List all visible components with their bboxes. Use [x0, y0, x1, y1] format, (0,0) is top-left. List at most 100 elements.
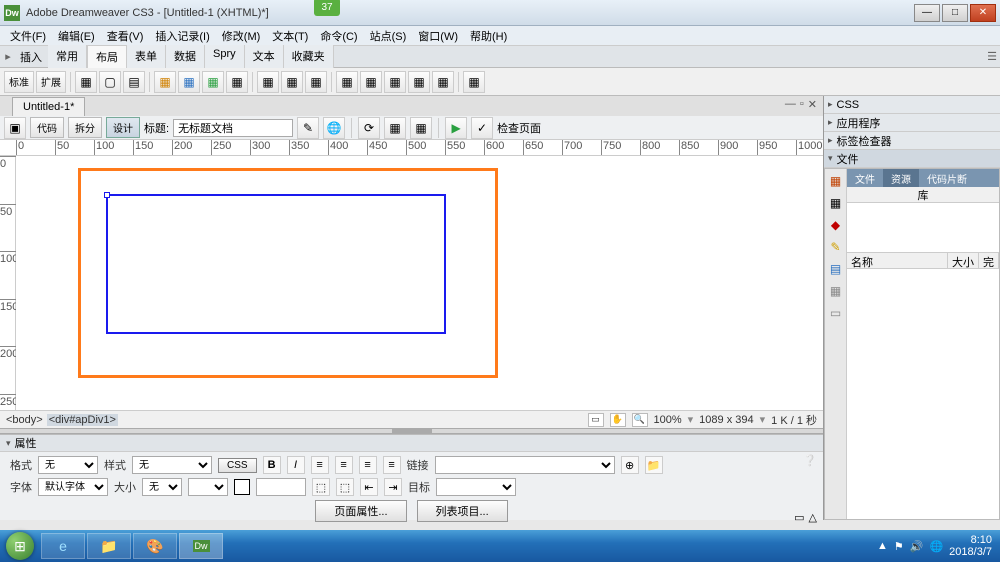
insert-menu-icon[interactable]: ☰ [984, 50, 1000, 63]
doc-restore-icon[interactable]: ▫ [800, 98, 804, 111]
align-right-button[interactable]: ≡ [359, 456, 377, 474]
tray-icon[interactable]: ⚑ [894, 540, 904, 553]
files-ic-1[interactable]: ▦ [828, 173, 844, 189]
doc-minimize-icon[interactable]: — [785, 98, 796, 111]
panel-tag-inspector[interactable]: ▸标签检查器 [824, 132, 1000, 150]
menu-window[interactable]: 窗口(W) [412, 26, 464, 46]
files-tab-assets[interactable]: 资源 [883, 169, 919, 187]
menu-help[interactable]: 帮助(H) [464, 26, 513, 46]
link-select[interactable] [435, 456, 615, 474]
tab-layout[interactable]: 布局 [87, 45, 127, 68]
target-select[interactable] [436, 478, 516, 496]
zoom-tool-icon[interactable]: 🔍 [632, 413, 648, 427]
toolbar-btn-6[interactable]: ✓ [471, 117, 493, 139]
standard-button[interactable]: 标准 [4, 71, 34, 93]
select-tool-icon[interactable]: ▭ [588, 413, 604, 427]
task-dreamweaver[interactable]: Dw [179, 533, 223, 559]
layout-tool-3[interactable]: ▤ [123, 71, 145, 93]
toolbar-btn-1[interactable]: ✎ [297, 117, 319, 139]
canvas-dimensions[interactable]: 1089 x 394 [699, 414, 753, 426]
browse-folder-icon[interactable]: 📁 [645, 456, 663, 474]
refresh-icon[interactable]: ⟳ [358, 117, 380, 139]
tray-icon[interactable]: 🌐 [929, 540, 943, 553]
layout-tool-10[interactable]: ▦ [305, 71, 327, 93]
layout-tool-9[interactable]: ▦ [281, 71, 303, 93]
tab-forms[interactable]: 表单 [127, 45, 166, 68]
menu-insert[interactable]: 插入记录(I) [149, 26, 215, 46]
format-select[interactable]: 无 [38, 456, 98, 474]
bold-button[interactable]: B [263, 456, 281, 474]
panel-css[interactable]: ▸CSS [824, 96, 1000, 114]
panel-application[interactable]: ▸应用程序 [824, 114, 1000, 132]
menu-commands[interactable]: 命令(C) [314, 26, 363, 46]
close-button[interactable]: ✕ [970, 4, 996, 22]
layout-tool-7[interactable]: ▦ [226, 71, 248, 93]
layout-tool-4[interactable]: ▦ [154, 71, 176, 93]
files-ic-5[interactable]: ▤ [828, 261, 844, 277]
files-tab-snippets[interactable]: 代码片断 [919, 169, 975, 187]
toolbar-btn-3[interactable]: ▦ [384, 117, 406, 139]
layout-tool-8[interactable]: ▦ [257, 71, 279, 93]
files-ic-7[interactable]: ▭ [828, 305, 844, 321]
files-ic-2[interactable]: ▦ [828, 195, 844, 211]
document-tab[interactable]: Untitled-1* [12, 97, 85, 116]
tab-text[interactable]: 文本 [245, 45, 284, 68]
menu-edit[interactable]: 编辑(E) [52, 26, 101, 46]
color-input[interactable] [256, 478, 306, 496]
align-center-button[interactable]: ≡ [335, 456, 353, 474]
layout-tool-12[interactable]: ▦ [360, 71, 382, 93]
layout-tool-14[interactable]: ▦ [408, 71, 430, 93]
font-select[interactable]: 默认字体 [38, 478, 108, 496]
list-ul-button[interactable]: ⬚ [312, 478, 330, 496]
task-ie[interactable]: e [41, 533, 85, 559]
col-size[interactable]: 大小 [948, 253, 979, 268]
ap-div-selected[interactable] [106, 194, 446, 334]
minimize-button[interactable]: — [914, 4, 940, 22]
resize-handle[interactable] [104, 192, 110, 198]
design-canvas[interactable] [16, 156, 823, 410]
list-ol-button[interactable]: ⬚ [336, 478, 354, 496]
toolbar-btn-4[interactable]: ▦ [410, 117, 432, 139]
clock[interactable]: 8:10 2018/3/7 [949, 534, 992, 558]
layout-tool-1[interactable]: ▦ [75, 71, 97, 93]
help-icon[interactable]: ❔ [803, 454, 817, 467]
layout-tool-16[interactable]: ▦ [463, 71, 485, 93]
indent-button[interactable]: ⇥ [384, 478, 402, 496]
menu-text[interactable]: 文本(T) [266, 26, 314, 46]
library-list[interactable] [847, 269, 999, 519]
props-icon-1[interactable]: ▭ [794, 511, 804, 524]
files-tab-files[interactable]: 文件 [847, 169, 883, 187]
size-select[interactable]: 无 [142, 478, 182, 496]
panel-files[interactable]: ▾文件 [824, 150, 1000, 168]
layout-tool-15[interactable]: ▦ [432, 71, 454, 93]
doc-icon[interactable]: ▣ [4, 117, 26, 139]
toolbar-btn-2[interactable]: 🌐 [323, 117, 345, 139]
expanded-button[interactable]: 扩展 [36, 71, 66, 93]
task-paint[interactable]: 🎨 [133, 533, 177, 559]
tab-data[interactable]: 数据 [166, 45, 205, 68]
menu-modify[interactable]: 修改(M) [216, 26, 267, 46]
view-code-button[interactable]: 代码 [30, 117, 64, 138]
check-page-label[interactable]: 检查页面 [497, 120, 541, 136]
layout-tool-5[interactable]: ▦ [178, 71, 200, 93]
view-split-button[interactable]: 拆分 [68, 117, 102, 138]
point-to-file-icon[interactable]: ⊕ [621, 456, 639, 474]
page-properties-button[interactable]: 页面属性... [315, 500, 406, 522]
tray-icon[interactable]: 🔊 [910, 540, 924, 553]
files-ic-6[interactable]: ▦ [828, 283, 844, 299]
layout-tool-6[interactable]: ▦ [202, 71, 224, 93]
tab-spry[interactable]: Spry [205, 45, 245, 68]
start-button[interactable]: ⊞ [0, 530, 40, 562]
zoom-value[interactable]: 100% [654, 414, 682, 426]
tag-path-body[interactable]: <body> [6, 414, 43, 426]
layout-tool-13[interactable]: ▦ [384, 71, 406, 93]
layout-tool-11[interactable]: ▦ [336, 71, 358, 93]
title-input[interactable] [173, 119, 293, 137]
align-justify-button[interactable]: ≡ [383, 456, 401, 474]
style-select[interactable]: 无 [132, 456, 212, 474]
doc-close-icon[interactable]: ✕ [808, 98, 817, 111]
list-item-button[interactable]: 列表项目... [417, 500, 508, 522]
italic-button[interactable]: I [287, 456, 305, 474]
size-unit-select[interactable] [188, 478, 228, 496]
files-ic-4[interactable]: ✎ [828, 239, 844, 255]
